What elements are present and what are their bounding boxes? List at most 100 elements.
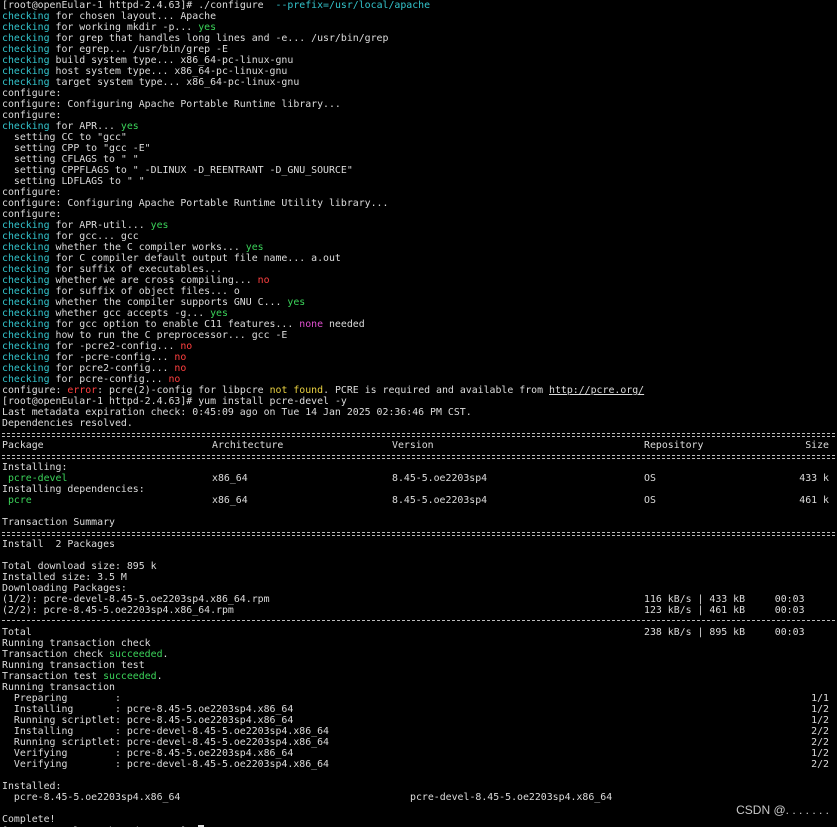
checking-keyword: checking <box>2 44 50 55</box>
configure-output-line: checking for suffix of executables... <box>2 264 835 275</box>
checking-keyword: checking <box>2 55 50 66</box>
step-count: 1/2 <box>811 715 829 726</box>
installing-label: Installing: <box>2 462 835 473</box>
metadata-line: Last metadata expiration check: 0:45:09 … <box>2 407 835 418</box>
command-line: [root@openEular-1 httpd-2.4.63]# yum ins… <box>2 396 835 407</box>
checking-keyword: checking <box>2 330 50 341</box>
transaction-status: succeeded <box>103 671 157 682</box>
configure-output-line: configure: <box>2 88 835 99</box>
checking-keyword: checking <box>2 374 50 385</box>
check-description: for pcre2-config... <box>49 363 175 374</box>
transaction-status: succeeded <box>109 649 163 660</box>
check-description: for gcc option to enable C11 features... <box>49 319 300 330</box>
checking-keyword: checking <box>2 77 50 88</box>
configure-output-line: checking how to run the C preprocessor..… <box>2 330 835 341</box>
step-action: Preparing : <box>2 693 121 704</box>
transaction-tail: . <box>162 649 169 660</box>
package-name: pcre-devel <box>2 473 68 484</box>
configure-output-line: configure: Configuring Apache Portable R… <box>2 198 835 209</box>
configure-output-line: checking for gcc option to enable C11 fe… <box>2 319 835 330</box>
header-repository: Repository <box>644 440 704 451</box>
download-row: (2/2): pcre-8.45-5.oe2203sp4.x86_64.rpm 1… <box>2 605 835 616</box>
check-status: none <box>299 319 324 330</box>
checking-keyword: checking <box>2 231 50 242</box>
step-package: pcre-devel-8.45-5.oe2203sp4.x86_64 <box>120 726 329 737</box>
step-count: 1/2 <box>811 748 829 759</box>
command-argument: --prefix=/usr/local/apache <box>275 0 431 11</box>
package-row: pcre x86_64 8.45-5.oe2203sp4 OS 461 k <box>2 495 835 506</box>
check-description: for pcre-config... <box>49 374 169 385</box>
configure-output-line: checking for APR-util... yes <box>2 220 835 231</box>
check-description: for suffix of executables... <box>49 264 222 275</box>
check-description: whether gcc accepts -g... <box>49 308 211 319</box>
configure-output-line: checking target system type... x86_64-pc… <box>2 77 835 88</box>
configure-text: setting CC to "gcc" <box>2 132 127 143</box>
transaction-step: Preparing : 1/1 <box>2 693 835 704</box>
checking-keyword: checking <box>2 341 50 352</box>
shell-prompt: [root@openEular-1 httpd-2.4.63]# <box>2 396 199 407</box>
installed-row: pcre-8.45-5.oe2203sp4.x86_64 pcre-devel-8… <box>2 792 835 803</box>
step-count: 1/2 <box>811 704 829 715</box>
package-version: 8.45-5.oe2203sp4 <box>392 473 488 484</box>
configure-output-line: configure: Configuring Apache Portable R… <box>2 99 835 110</box>
header-size: Size <box>805 440 829 451</box>
checking-keyword: checking <box>2 253 50 264</box>
configure-output-line: checking build system type... x86_64-pc-… <box>2 55 835 66</box>
check-description: for gcc... gcc <box>49 231 139 242</box>
transaction-step: Running scriptlet: pcre-8.45-5.oe2203sp4… <box>2 715 835 726</box>
step-package: pcre-8.45-5.oe2203sp4.x86_64 <box>120 704 294 715</box>
checking-keyword: checking <box>2 242 50 253</box>
pcre-link[interactable]: http://pcre.org/ <box>549 385 644 396</box>
configure-output-line: checking whether the C compiler works...… <box>2 242 835 253</box>
checking-keyword: checking <box>2 286 50 297</box>
package-repo: OS <box>644 473 656 484</box>
download-row: (1/2): pcre-devel-8.45-5.oe2203sp4.x86_6… <box>2 594 835 605</box>
check-description: for working mkdir -p... <box>49 22 199 33</box>
check-description: whether the C compiler works... <box>49 242 246 253</box>
configure-text: configure: <box>2 187 62 198</box>
resolved-line: Dependencies resolved. <box>2 418 835 429</box>
transaction-line: Transaction check succeeded. <box>2 649 835 660</box>
separator-line <box>2 429 835 440</box>
check-status: no <box>174 352 187 363</box>
checking-keyword: checking <box>2 220 50 231</box>
configure-output-line: checking for chosen layout... Apache <box>2 11 835 22</box>
configure-output-line: checking for suffix of object files... o <box>2 286 835 297</box>
configure-output-line: checking for pcre-config... no <box>2 374 835 385</box>
download-size: Total download size: 895 k <box>2 561 157 572</box>
download-rate: 116 kB/s | 433 kB 00:03 <box>644 594 805 605</box>
configure-output-line: configure: <box>2 187 835 198</box>
command-text: yum install pcre-devel -y <box>198 396 347 407</box>
configure-output-line: checking for -pcre2-config... no <box>2 341 835 352</box>
step-package: pcre-8.45-5.oe2203sp4.x86_64 <box>120 748 294 759</box>
total-label: Total <box>2 627 32 638</box>
step-count: 1/1 <box>811 693 829 704</box>
command-text: ./configure <box>198 0 264 11</box>
transaction-line: Running transaction <box>2 682 835 693</box>
total-rate: 238 kB/s | 895 kB 00:03 <box>644 627 805 638</box>
separator-line <box>2 528 835 539</box>
check-status: yes <box>287 297 306 308</box>
error-word: error <box>67 385 98 396</box>
not-found-text: not found <box>269 385 324 396</box>
configure-output-line: setting LDFLAGS to " " <box>2 176 835 187</box>
transaction-text: Running transaction check <box>2 638 151 649</box>
summary-title: Transaction Summary <box>2 517 835 528</box>
check-description: how to run the C preprocessor... gcc -E <box>49 330 288 341</box>
check-description: host system type... x86_64-pc-linux-gnu <box>49 66 288 77</box>
step-action: Installing : <box>2 726 121 737</box>
summary-title: Transaction Summary <box>2 517 115 528</box>
terminal-output[interactable]: [root@openEular-1 httpd-2.4.63]# ./confi… <box>2 0 835 827</box>
check-description: for C compiler default output file name.… <box>49 253 341 264</box>
installed-package: pcre-devel-8.45-5.oe2203sp4.x86_64 <box>410 792 613 803</box>
configure-output-line: checking for -pcre-config... no <box>2 352 835 363</box>
check-description: for APR... <box>49 121 121 132</box>
configure-output-line: checking for C compiler default output f… <box>2 253 835 264</box>
check-description: build system type... x86_64-pc-linux-gnu <box>49 55 294 66</box>
checking-keyword: checking <box>2 297 50 308</box>
step-action: Verifying : <box>2 759 121 770</box>
configure-text: configure: Configuring Apache Portable R… <box>2 198 389 209</box>
step-package: pcre-devel-8.45-5.oe2203sp4.x86_64 <box>120 737 329 748</box>
checking-keyword: checking <box>2 363 50 374</box>
